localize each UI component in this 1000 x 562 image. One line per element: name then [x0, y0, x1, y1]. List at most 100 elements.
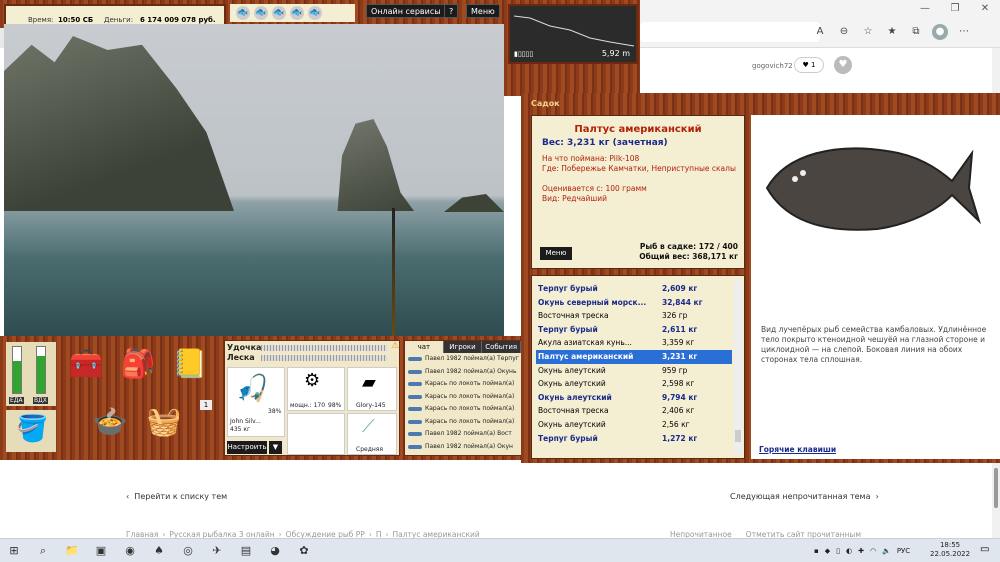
game-menu-button[interactable]: Меню [466, 4, 500, 18]
fish-list-scrollbar[interactable] [734, 280, 742, 454]
fishing-scene[interactable] [4, 24, 504, 336]
backpack-icon[interactable]: 🎒 [116, 342, 160, 386]
fish-icon[interactable]: 🐟 [272, 6, 286, 20]
lure-name: Glory-145 [356, 402, 386, 409]
game-app-icon[interactable]: ♠ [151, 543, 167, 559]
fish-count: Рыб в садке: 172 / 400 [639, 242, 738, 251]
empty-slot[interactable] [287, 413, 345, 455]
dropdown-button[interactable]: ▼ [269, 441, 282, 454]
fish-list-weight: 9,794 кг [662, 392, 698, 402]
fish-list-row[interactable]: Восточная треска 2,406 кг [536, 404, 732, 418]
fish-list-weight: 3,231 кг [662, 351, 698, 361]
rod-slot[interactable]: 🎣 John Silv... 435 кг 38% [227, 367, 285, 437]
fish-list-weight: 2,406 кг [662, 406, 695, 416]
rod-weight: 435 кг [230, 426, 251, 433]
battery-icon[interactable]: ▯ [836, 544, 840, 558]
tray-icon[interactable]: ◐ [846, 544, 852, 558]
favorite-add-icon[interactable]: ☆ [860, 24, 876, 40]
chat-line: Павел 1982 поймал(а) Терпуг [405, 353, 521, 366]
keepnet-menu-button[interactable]: Меню [540, 247, 572, 260]
volume-icon[interactable]: 🔈 [882, 544, 891, 558]
chrome-icon[interactable]: ◕ [267, 543, 283, 559]
back-to-topics-link[interactable]: ‹ Перейти к списку тем [126, 492, 227, 501]
fish-description: Вид лучепёрых рыб семейства камбаловых. … [761, 325, 987, 364]
tab-events[interactable]: События [482, 341, 521, 353]
minimize-icon[interactable]: — [910, 0, 940, 18]
collections-icon[interactable]: ⧉ [908, 24, 924, 40]
store-icon[interactable]: ▣ [93, 543, 109, 559]
notifications-icon[interactable]: ▭ [980, 544, 989, 555]
clock[interactable]: 18:55 22.05.2022 [930, 541, 970, 559]
app-tray-icon[interactable]: ◆ [825, 544, 830, 558]
fish-list-row[interactable]: Окунь северный морск... 32,844 кг [536, 296, 732, 310]
like-count[interactable]: ♥ 1 [794, 57, 824, 73]
lure-slot[interactable]: ▰ Glory-145 [347, 367, 397, 411]
online-services-button[interactable]: Онлайн сервисы [366, 4, 446, 18]
fish-list-row[interactable]: Терпуг бурый 2,609 кг [536, 282, 732, 296]
heart-button[interactable]: ♥ [834, 56, 852, 74]
profile-avatar[interactable]: ● [932, 24, 948, 40]
chat-panel: чат Игроки События Павел 1982 поймал(а) … [404, 340, 522, 456]
keepnet-title: Садок [531, 99, 560, 108]
fish-list-row[interactable]: Окунь алеутский 2,598 кг [536, 377, 732, 391]
language-indicator[interactable]: РУС [897, 544, 910, 558]
depth-map[interactable]: ▮▯▯▯▯ 5,92 m [508, 4, 638, 64]
bucket-icon: 🪣 [16, 414, 49, 444]
tackle-box-icon[interactable]: 🧰 [64, 342, 108, 386]
fish-list-name: Окунь алеутский [538, 419, 606, 429]
fish-list-weight: 2,609 кг [662, 284, 698, 293]
app-icon[interactable]: ✈ [209, 543, 225, 559]
fish-icon[interactable]: 🐟 [290, 6, 304, 20]
reel-slot[interactable]: ⚙ мощн.: 170 98% [287, 367, 345, 411]
notebook-icon[interactable]: 📒 [168, 342, 212, 386]
fish-icon[interactable]: 🐟 [254, 6, 268, 20]
maximize-icon[interactable]: ❐ [940, 0, 970, 18]
time-label: Время: [28, 16, 54, 24]
reel-icon: ⚙ [304, 370, 321, 391]
hook-slot[interactable]: ⟋ Средняя [347, 413, 397, 455]
fish-list-row[interactable]: Палтус американский 3,231 кг [536, 349, 732, 364]
tab-chat[interactable]: чат [405, 341, 444, 353]
pot-icon[interactable]: 🍲 [88, 400, 132, 444]
file-explorer-icon[interactable]: 📁 [64, 543, 80, 559]
hotkeys-link[interactable]: Горячие клавиши [759, 445, 836, 454]
fish-list-weight: 3,359 кг [662, 338, 695, 348]
search-icon[interactable]: ⌕ [35, 543, 51, 559]
nvidia-icon[interactable]: ▪ [814, 544, 819, 558]
tab-players[interactable]: Игроки [443, 341, 483, 353]
app-icon[interactable]: ▤ [238, 543, 254, 559]
zoom-icon[interactable]: ⊖ [836, 24, 852, 40]
app-icon[interactable]: ◎ [180, 543, 196, 559]
edge-icon[interactable]: ◉ [122, 543, 138, 559]
fish-list-row[interactable]: Окунь алеутский 959 гр [536, 364, 732, 378]
fish-icon[interactable]: 🐟 [236, 6, 250, 20]
fish-list-row[interactable]: Окунь алеутский 2,56 кг [536, 418, 732, 432]
windows-start-icon[interactable]: ⊞ [6, 543, 22, 559]
caught-fish-icons: 🐟 🐟 🐟 🐟 🐟 [230, 4, 355, 22]
app-icon[interactable]: ✿ [296, 543, 312, 559]
wifi-icon[interactable]: ◠ [870, 544, 876, 558]
keepnet-icon[interactable]: 🧺 [142, 400, 186, 444]
window-controls: — ❐ ✕ [910, 0, 1000, 18]
next-unread-link[interactable]: Следующая непрочитанная тема › [730, 492, 879, 501]
read-aloud-icon[interactable]: A [812, 24, 828, 40]
fish-list-row[interactable]: Окунь алеутский 9,794 кг [536, 391, 732, 405]
forum-username[interactable]: gogovich72 [752, 62, 793, 70]
fish-list-row[interactable]: Восточная треска 326 гр [536, 309, 732, 323]
address-bar[interactable] [640, 22, 820, 42]
more-icon[interactable]: ⋯ [956, 24, 972, 40]
help-button[interactable]: ? [444, 4, 459, 18]
fish-icon[interactable]: 🐟 [308, 6, 322, 20]
rod-label: Удочка [227, 343, 262, 352]
fish-list-row[interactable]: Акула азиатская кунь... 3,359 кг [536, 336, 732, 350]
fish-list-row[interactable]: Терпуг бурый 1,272 кг [536, 432, 732, 446]
favorites-icon[interactable]: ★ [884, 24, 900, 40]
taskbar-apps: ⊞ ⌕ 📁 ▣ ◉ ♠ ◎ ✈ ▤ ◕ ✿ [6, 543, 312, 559]
bucket-slot[interactable]: 🪣 [6, 410, 56, 452]
tray-icon[interactable]: ✚ [858, 544, 864, 558]
close-icon[interactable]: ✕ [970, 0, 1000, 18]
fish-list-name: Терпуг бурый [538, 324, 598, 334]
fish-list-name: Окунь алеутский [538, 365, 606, 375]
fish-list-row[interactable]: Терпуг бурый 2,611 кг [536, 323, 732, 337]
setup-button[interactable]: Настроить [227, 441, 267, 454]
